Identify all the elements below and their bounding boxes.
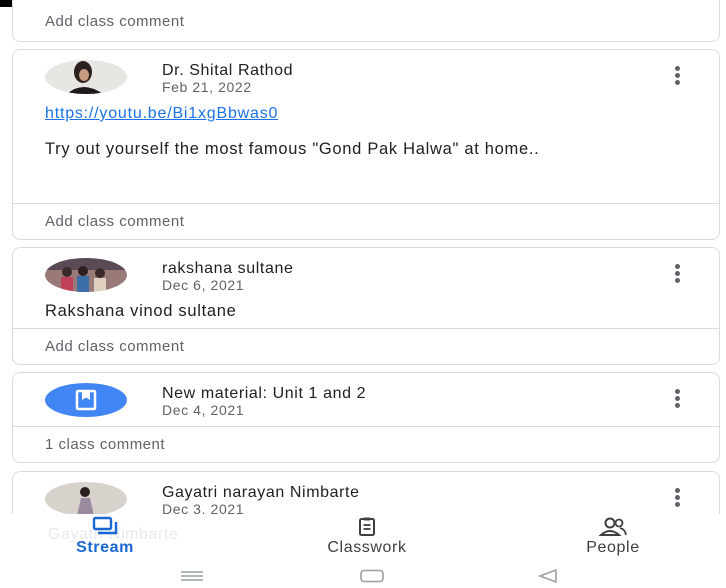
more-options-icon[interactable] [675, 488, 681, 507]
system-nav-bar [0, 566, 726, 588]
nav-stream[interactable]: Stream [66, 514, 144, 557]
nav-classwork[interactable]: Classwork [292, 514, 442, 557]
add-class-comment-label: Add class comment [45, 338, 185, 355]
avatar [45, 258, 127, 292]
stream-icon [92, 516, 118, 535]
add-class-comment-label: Add class comment [45, 13, 185, 30]
add-class-comment[interactable]: Add class comment [13, 203, 719, 239]
post-author: rakshana sultane [162, 260, 294, 277]
avatar [45, 60, 127, 94]
post-author: Dr. Shital Rathod [162, 62, 294, 79]
more-options-icon[interactable] [675, 264, 681, 283]
post-text: Try out yourself the most famous "Gond P… [45, 140, 540, 158]
add-class-comment[interactable]: Add class comment [13, 0, 719, 41]
nav-classwork-label: Classwork [327, 539, 407, 556]
add-class-comment[interactable]: Add class comment [13, 328, 719, 364]
add-class-comment-label: Add class comment [45, 213, 185, 230]
nav-people-label: People [586, 539, 640, 556]
post-card: Dr. Shital Rathod Feb 21, 2022 https://y… [12, 49, 720, 240]
post-date: Dec 6, 2021 [162, 277, 245, 293]
post-date: Feb 21, 2022 [162, 79, 252, 95]
more-options-icon[interactable] [675, 66, 681, 85]
class-comments-label: 1 class comment [45, 436, 166, 453]
recents-icon[interactable] [178, 569, 206, 583]
post-author: New material: Unit 1 and 2 [162, 385, 367, 402]
post-date: Dec 4, 2021 [162, 402, 245, 418]
material-bookmark-icon [45, 383, 127, 417]
material-card[interactable]: New material: Unit 1 and 2 Dec 4, 2021 1… [12, 372, 720, 463]
people-icon [598, 517, 627, 536]
classwork-icon [359, 517, 375, 536]
avatar [45, 482, 127, 516]
post-author: Gayatri narayan Nimbarte [162, 484, 360, 501]
home-icon[interactable] [359, 569, 385, 583]
class-comments-count[interactable]: 1 class comment [13, 426, 719, 462]
post-card-partial: Add class comment [12, 0, 720, 42]
post-link[interactable]: https://youtu.be/Bi1xgBbwas0 [45, 105, 278, 123]
more-options-icon[interactable] [675, 389, 681, 408]
nav-stream-label: Stream [76, 539, 134, 556]
post-text: Rakshana vinod sultane [45, 302, 237, 320]
post-card: rakshana sultane Dec 6, 2021 Rakshana vi… [12, 247, 720, 365]
back-icon[interactable] [536, 568, 560, 584]
nav-people[interactable]: People [563, 514, 663, 557]
